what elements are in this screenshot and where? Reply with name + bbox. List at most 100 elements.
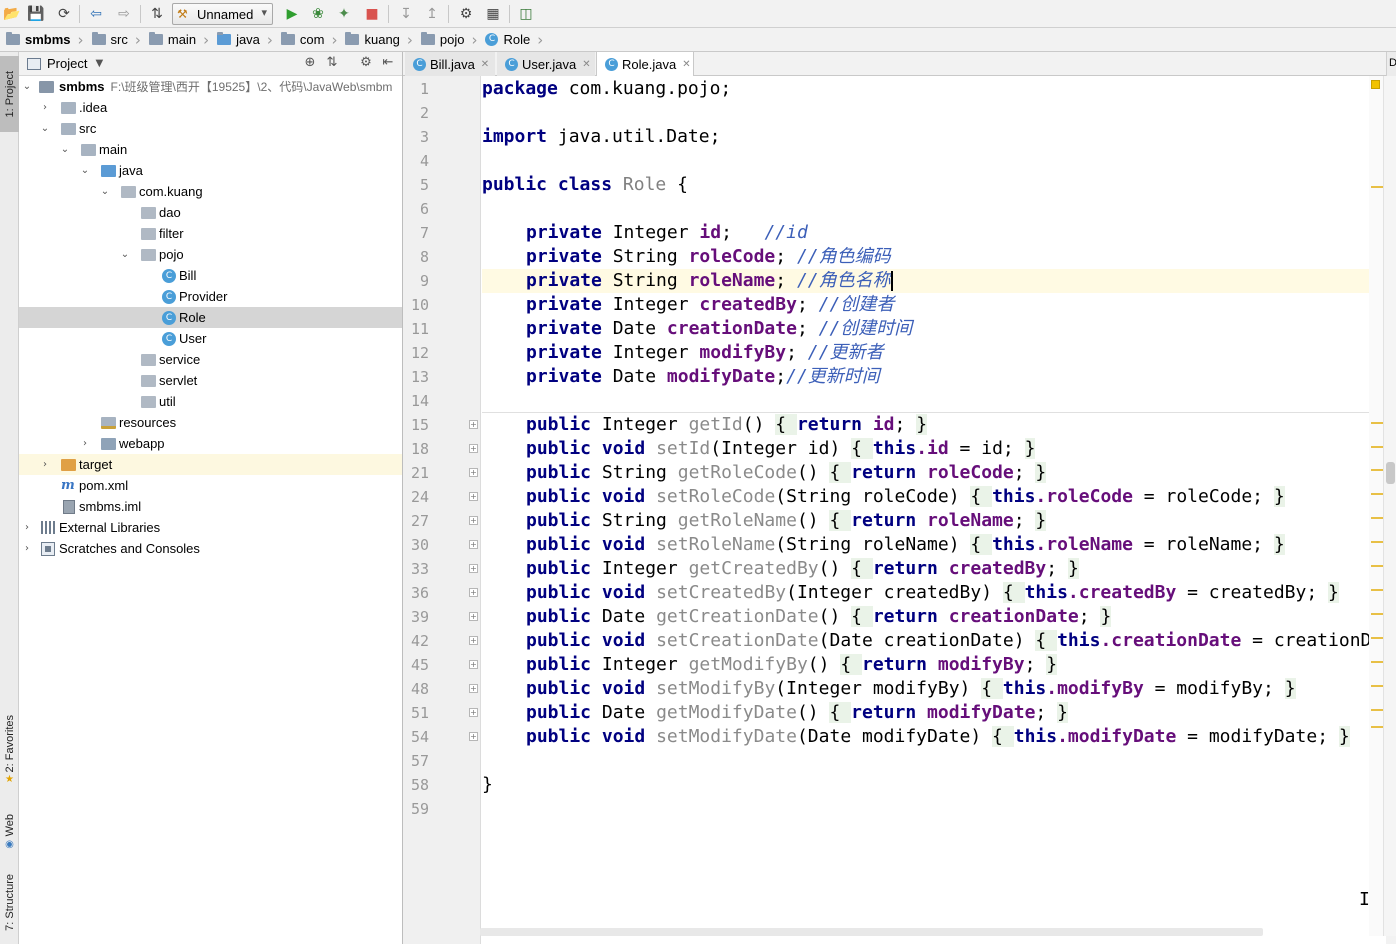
tree-item-util[interactable]: util xyxy=(19,391,402,412)
tree-item-com-kuang[interactable]: ⌄ com.kuang xyxy=(19,181,402,202)
stop-icon[interactable]: ■ xyxy=(362,4,382,24)
fold-expand-icon[interactable]: + xyxy=(469,564,478,573)
chevron-down-icon[interactable]: ▼ xyxy=(95,58,103,69)
warning-mark[interactable] xyxy=(1371,469,1383,471)
breadcrumb-item-main[interactable]: main › xyxy=(148,28,217,52)
breadcrumb-item-role[interactable]: C Role › xyxy=(485,28,551,52)
save-all-icon[interactable]: 💾 xyxy=(26,4,46,24)
vcs-commit-icon[interactable]: ↥ xyxy=(422,4,442,24)
breadcrumb-item-com[interactable]: com › xyxy=(280,28,346,52)
locate-file-icon[interactable]: ⊕ xyxy=(302,55,318,71)
warning-mark[interactable] xyxy=(1371,517,1383,519)
fold-expand-icon[interactable]: + xyxy=(469,468,478,477)
tree-item-target[interactable]: › target xyxy=(19,454,402,475)
error-stripe[interactable] xyxy=(1369,76,1383,936)
chevron-right-icon[interactable]: › xyxy=(21,522,33,533)
warning-mark[interactable] xyxy=(1371,422,1383,424)
tree-item-main[interactable]: ⌄ main xyxy=(19,139,402,160)
project-panel-title[interactable]: Project xyxy=(47,56,87,71)
scrollbar-thumb[interactable] xyxy=(1386,462,1395,484)
tree-item-service[interactable]: service xyxy=(19,349,402,370)
chevron-right-icon[interactable]: › xyxy=(21,543,33,554)
chevron-right-icon[interactable]: › xyxy=(39,459,51,470)
warning-mark[interactable] xyxy=(1371,613,1383,615)
chevron-down-icon[interactable]: ⌄ xyxy=(99,186,111,197)
breadcrumb-item-src[interactable]: src › xyxy=(91,28,149,52)
tree-item-webapp[interactable]: › webapp xyxy=(19,433,402,454)
warning-mark[interactable] xyxy=(1371,589,1383,591)
tree-item-resources[interactable]: resources xyxy=(19,412,402,433)
warning-mark[interactable] xyxy=(1371,726,1383,728)
tree-item-scratches[interactable]: › Scratches and Consoles xyxy=(19,538,402,559)
build-project-icon[interactable]: ⇅ xyxy=(147,4,167,24)
chevron-down-icon[interactable]: ⌄ xyxy=(119,249,131,260)
chevron-down-icon[interactable]: ⌄ xyxy=(39,123,51,134)
tree-item-role[interactable]: C Role xyxy=(19,307,402,328)
run-configuration-select[interactable]: ⚒ Unnamed ▾ xyxy=(172,3,273,25)
fold-expand-icon[interactable]: + xyxy=(469,660,478,669)
favorites-tool-tab[interactable]: 2: Favorites ★ xyxy=(0,710,19,790)
breadcrumb-item-java[interactable]: java › xyxy=(217,28,281,52)
tree-item-external-libraries[interactable]: › External Libraries xyxy=(19,517,402,538)
warning-mark[interactable] xyxy=(1371,541,1383,543)
horizontal-scrollbar[interactable] xyxy=(480,928,1263,936)
hide-panel-icon[interactable]: ⇤ xyxy=(380,55,396,71)
project-tool-tab[interactable]: 1: Project xyxy=(0,56,19,132)
close-icon[interactable]: ✕ xyxy=(682,59,690,70)
code-editor[interactable]: package com.kuang.pojo; import java.util… xyxy=(482,76,1386,944)
tree-item-filter[interactable]: filter xyxy=(19,223,402,244)
database-icon[interactable]: ◫ xyxy=(516,4,536,24)
chevron-down-icon[interactable]: ⌄ xyxy=(79,165,91,176)
fold-expand-icon[interactable]: + xyxy=(469,492,478,501)
tree-item-java[interactable]: ⌄ java xyxy=(19,160,402,181)
fold-expand-icon[interactable]: + xyxy=(469,588,478,597)
fold-expand-icon[interactable]: + xyxy=(469,732,478,741)
fold-expand-icon[interactable]: + xyxy=(469,684,478,693)
tree-item-bill[interactable]: C Bill xyxy=(19,265,402,286)
fold-expand-icon[interactable]: + xyxy=(469,444,478,453)
run-icon[interactable]: ▶ xyxy=(282,4,302,24)
open-folder-icon[interactable]: 📂 xyxy=(2,4,22,24)
tree-item-user[interactable]: C User xyxy=(19,328,402,349)
warning-mark[interactable] xyxy=(1371,493,1383,495)
web-tool-tab[interactable]: Web ◉ xyxy=(0,808,19,856)
warning-mark[interactable] xyxy=(1371,446,1383,448)
chevron-down-icon[interactable]: ⌄ xyxy=(21,81,33,92)
tree-item-pom[interactable]: m pom.xml xyxy=(19,475,402,496)
warning-mark[interactable] xyxy=(1371,186,1383,188)
editor-gutter[interactable]: 1 2 3 4 5 6 7 8 9 10 11 12 13 14 15 +18 +21 +24 +27 +30 +33 +… xyxy=(403,76,499,944)
fold-expand-icon[interactable]: + xyxy=(469,516,478,525)
chevron-right-icon[interactable]: › xyxy=(79,438,91,449)
settings-wrench-icon[interactable]: ⚙ xyxy=(456,4,476,24)
tree-item-pojo[interactable]: ⌄ pojo xyxy=(19,244,402,265)
warning-mark[interactable] xyxy=(1371,637,1383,639)
tab-user-java[interactable]: C User.java ✕ xyxy=(497,52,595,76)
project-structure-icon[interactable]: ▦ xyxy=(483,4,503,24)
warning-mark[interactable] xyxy=(1371,565,1383,567)
tree-item-iml[interactable]: smbms.iml xyxy=(19,496,402,517)
breadcrumb-item-kuang[interactable]: kuang › xyxy=(345,28,420,52)
synchronize-icon[interactable]: ⟳ xyxy=(54,4,74,24)
breadcrumb-item-pojo[interactable]: pojo › xyxy=(420,28,486,52)
fold-expand-icon[interactable]: + xyxy=(469,636,478,645)
fold-expand-icon[interactable]: + xyxy=(469,708,478,717)
collapse-all-icon[interactable]: ⇅ xyxy=(324,55,340,71)
tree-item-provider[interactable]: C Provider xyxy=(19,286,402,307)
coverage-icon[interactable]: ✦ xyxy=(334,4,354,24)
debug-icon[interactable]: ❀ xyxy=(308,4,328,24)
vertical-scrollbar[interactable] xyxy=(1383,76,1396,936)
tree-item-dao[interactable]: dao xyxy=(19,202,402,223)
vcs-update-icon[interactable]: ↧ xyxy=(396,4,416,24)
tree-item-src[interactable]: ⌄ src xyxy=(19,118,402,139)
chevron-down-icon[interactable]: ⌄ xyxy=(59,144,71,155)
gear-icon[interactable]: ⚙ xyxy=(358,55,374,71)
warning-mark[interactable] xyxy=(1371,685,1383,687)
close-icon[interactable]: ✕ xyxy=(481,59,489,70)
right-tool-window-strip[interactable]: D xyxy=(1386,52,1396,76)
forward-arrow-icon[interactable]: ⇨ xyxy=(114,4,134,24)
chevron-right-icon[interactable]: › xyxy=(39,102,51,113)
back-arrow-icon[interactable]: ⇦ xyxy=(86,4,106,24)
tree-item-smbms[interactable]: ⌄ smbms F:\班级管理\西开【19525】\2、代码\JavaWeb\sm… xyxy=(19,76,402,97)
structure-tool-tab[interactable]: 7: Structure xyxy=(0,864,19,940)
fold-expand-icon[interactable]: + xyxy=(469,420,478,429)
